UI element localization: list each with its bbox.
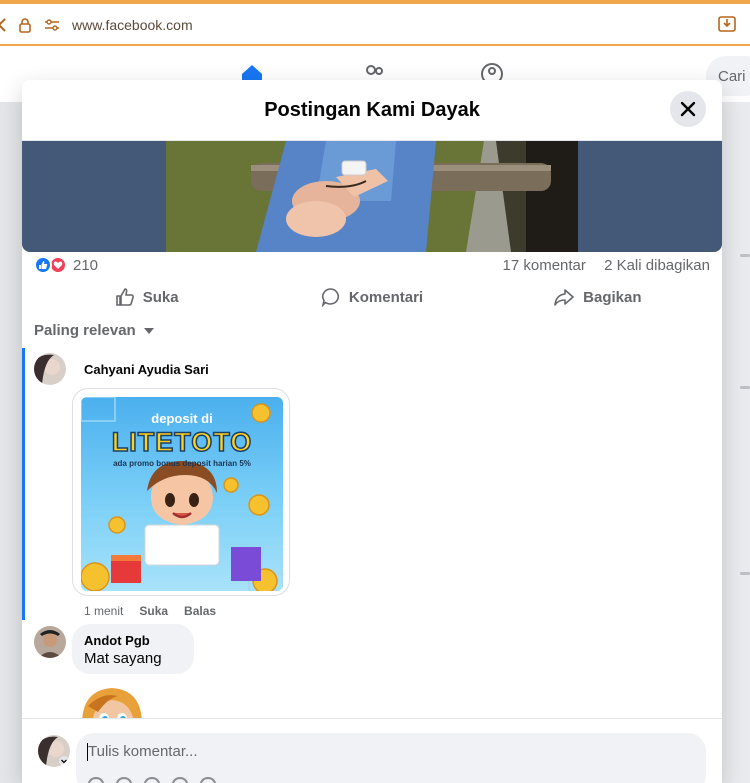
avatar[interactable] — [38, 735, 70, 767]
promo-image[interactable]: deposit di LITETOTO ada promo bonus depo… — [81, 397, 283, 591]
share-label: Bagikan — [583, 288, 642, 306]
avatar-sticker-icon[interactable] — [88, 777, 104, 783]
page-background-right — [722, 102, 750, 783]
browser-toolbar: www.facebook.com — [0, 0, 750, 46]
post-modal: Postingan Kami Dayak 210 17 komentar 2 K… — [22, 80, 722, 783]
chevron-down-icon — [143, 327, 154, 334]
promo-brand-text: LITETOTO — [111, 426, 253, 458]
close-button[interactable] — [670, 91, 706, 127]
lock-icon[interactable] — [18, 17, 32, 33]
modal-title: Postingan Kami Dayak — [264, 99, 480, 121]
url-text[interactable]: www.facebook.com — [72, 17, 193, 33]
comment-bubble[interactable]: Andot Pgb Mat sayang — [72, 624, 194, 674]
comments-count-link[interactable]: 17 komentar — [503, 257, 586, 274]
comment-reply-link[interactable]: Balas — [184, 604, 216, 618]
comment-label: Komentari — [348, 288, 424, 306]
like-button[interactable]: Suka — [34, 280, 259, 314]
comment-meta: 1 menit Suka Balas — [84, 604, 216, 618]
promo-text-line1: deposit di — [151, 411, 213, 426]
like-reaction-icon — [34, 256, 52, 274]
comment-author[interactable]: Andot Pgb — [84, 633, 182, 648]
share-button[interactable]: Bagikan — [485, 280, 710, 314]
gif-icon[interactable] — [172, 777, 188, 783]
text-caret — [87, 743, 88, 761]
comment-timestamp[interactable]: 1 menit — [84, 604, 123, 618]
like-label: Suka — [142, 288, 179, 306]
comment-icon — [321, 288, 339, 307]
comment-image-card[interactable]: deposit di LITETOTO ada promo bonus depo… — [72, 388, 290, 596]
close-icon — [680, 101, 696, 117]
shares-count-link[interactable]: 2 Kali dibagikan — [604, 257, 710, 274]
promo-text-line3: ada promo bonus deposit harian 5% — [113, 459, 251, 468]
address-bar[interactable]: www.facebook.com — [0, 10, 750, 40]
avatar[interactable] — [34, 626, 66, 658]
comment-author[interactable]: Cahyani Ayudia Sari — [84, 362, 209, 377]
post-photo-frame[interactable] — [22, 141, 722, 252]
post-action-bar: Suka Komentari Bagikan — [34, 280, 710, 314]
comment-button[interactable]: Komentari — [259, 280, 484, 314]
reaction-summary[interactable]: 210 — [34, 254, 98, 276]
comment-placeholder: Tulis komentar... — [88, 743, 198, 760]
comment-sort-dropdown[interactable]: Paling relevan — [34, 322, 154, 339]
comment-input[interactable]: Tulis komentar... — [76, 733, 706, 783]
comment-highlight-bar — [22, 348, 25, 620]
comment-like-link[interactable]: Suka — [139, 604, 168, 618]
search-label: Cari — [718, 68, 746, 85]
share-icon — [554, 289, 574, 306]
comment-text: Mat sayang — [84, 650, 162, 667]
sort-label: Paling relevan — [34, 322, 136, 339]
thumbs-up-icon — [115, 288, 134, 306]
back-fragment-icon — [0, 18, 6, 32]
emoji-icon[interactable] — [116, 777, 132, 783]
camera-icon[interactable] — [144, 777, 160, 783]
sticker-icon[interactable] — [200, 777, 216, 783]
composer-toolbar — [88, 777, 216, 783]
modal-header: Postingan Kami Dayak — [22, 80, 722, 141]
reaction-count: 210 — [73, 256, 99, 274]
avatar[interactable] — [34, 353, 66, 385]
comment-composer: Tulis komentar... — [22, 718, 722, 783]
post-stats: 17 komentar 2 Kali dibagikan — [503, 257, 710, 274]
download-icon[interactable] — [718, 15, 736, 33]
post-photo[interactable] — [166, 141, 578, 252]
site-settings-icon[interactable] — [44, 19, 60, 31]
